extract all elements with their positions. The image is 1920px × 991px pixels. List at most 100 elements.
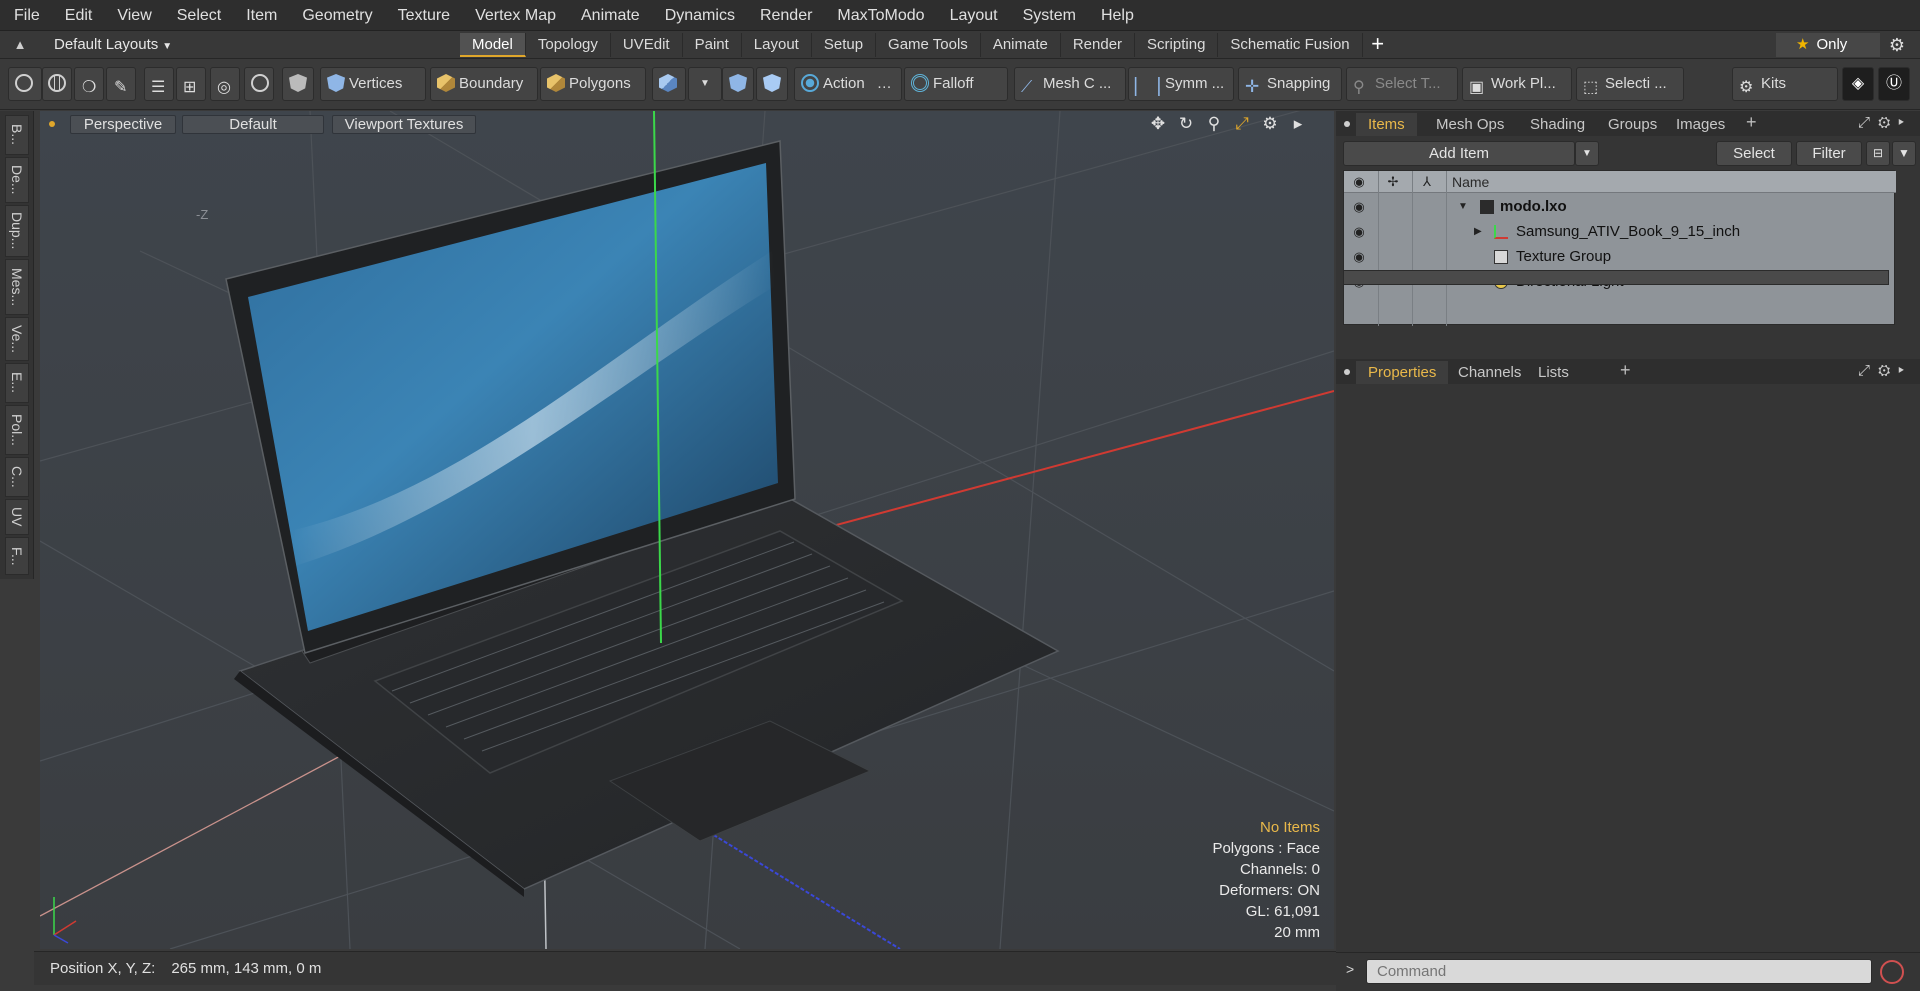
slash-button[interactable] (244, 67, 274, 101)
add-panel-tab-icon[interactable]: + (1746, 112, 1757, 133)
menu-vertex-map[interactable]: Vertex Map (461, 0, 567, 31)
left-tab-mesh-edit[interactable]: Mes... (5, 259, 29, 315)
lasso-button[interactable]: ❍ (74, 67, 104, 101)
panel-menu-dot-icon[interactable] (1344, 121, 1350, 127)
collapse-up-icon[interactable]: ▲ (12, 37, 28, 53)
select-globe-button[interactable] (42, 67, 72, 101)
add-item-button[interactable]: Add Item (1343, 141, 1575, 166)
pan-icon[interactable]: ✥ (1144, 114, 1172, 134)
left-tab-polygon[interactable]: Pol... (5, 405, 29, 455)
tab-images[interactable]: Images (1664, 113, 1737, 136)
menu-select[interactable]: Select (163, 0, 232, 31)
tab-shading[interactable]: Shading (1518, 113, 1597, 136)
tab-items[interactable]: Items (1356, 113, 1417, 136)
expand-triangle-icon[interactable]: ▼ (1458, 194, 1468, 219)
menu-texture[interactable]: Texture (384, 0, 461, 31)
visibility-eye-icon[interactable]: ◉ (1350, 194, 1368, 219)
command-input[interactable] (1366, 959, 1872, 984)
kits-button[interactable]: ⚙ Kits (1732, 67, 1838, 101)
pivot-button[interactable] (756, 67, 788, 101)
collapse-list-button[interactable]: ⊟ (1866, 141, 1890, 166)
selection-sets-button[interactable]: ⬚ Selecti ... (1576, 67, 1684, 101)
focus-button[interactable]: ◎ (210, 67, 240, 101)
tab-properties[interactable]: Properties (1356, 361, 1449, 384)
menu-geometry[interactable]: Geometry (288, 0, 383, 31)
left-tab-fusion[interactable]: F... (5, 537, 29, 575)
unreal-button[interactable]: Ⓤ (1878, 67, 1910, 101)
tab-groups[interactable]: Groups (1596, 113, 1669, 136)
falloff-button[interactable]: Falloff (904, 67, 1008, 101)
item-row-texture-group[interactable]: ◉ Texture Group (1344, 244, 1896, 269)
play-arrow-icon[interactable]: ▸ (1284, 114, 1312, 134)
symmetry-button[interactable]: ▏▕ Symm ... (1128, 67, 1234, 101)
tab-mesh-ops[interactable]: Mesh Ops (1424, 113, 1516, 136)
tab-channels[interactable]: Channels (1446, 361, 1533, 384)
tab-setup[interactable]: Setup (812, 33, 877, 57)
perspective-button[interactable]: Perspective (70, 115, 176, 134)
vertices-button[interactable]: Vertices (320, 67, 426, 101)
collapsed-triangle-icon[interactable]: ▶ (1474, 219, 1482, 244)
menu-animate[interactable]: Animate (567, 0, 651, 31)
menu-file[interactable]: File (0, 0, 51, 31)
panel-gear-icon[interactable]: ⚙ (1878, 362, 1898, 379)
panel-arrow-icon[interactable]: ▸ (1898, 114, 1912, 131)
visibility-eye-icon[interactable]: ◉ (1350, 244, 1368, 269)
menu-render[interactable]: Render (746, 0, 823, 31)
left-tab-edge[interactable]: E... (5, 363, 29, 403)
select-element-button[interactable] (8, 67, 42, 101)
name-column-header[interactable]: Name (1452, 171, 1489, 193)
work-plane-button[interactable]: ▣ Work Pl... (1462, 67, 1572, 101)
select-button[interactable]: Select (1716, 141, 1792, 166)
add-item-dropdown[interactable]: ▼ (1575, 141, 1599, 166)
panel-gear-icon[interactable]: ⚙ (1878, 114, 1898, 131)
add-tab-icon[interactable]: + (1363, 33, 1393, 57)
tab-uvedit[interactable]: UVEdit (611, 33, 683, 57)
rotate-icon[interactable]: ↻ (1172, 114, 1200, 134)
panel-menu-dot-icon[interactable] (1344, 369, 1350, 375)
tab-lists[interactable]: Lists (1526, 361, 1581, 384)
menu-dynamics[interactable]: Dynamics (651, 0, 746, 31)
pen-tool-button[interactable]: ✎ (106, 67, 136, 101)
menu-item[interactable]: Item (232, 0, 288, 31)
menu-layout[interactable]: Layout (936, 0, 1009, 31)
polygons-button[interactable]: Polygons (540, 67, 646, 101)
item-mode-button[interactable] (652, 67, 686, 101)
left-tab-basic[interactable]: B... (5, 115, 29, 155)
shading-style-button[interactable]: Default (182, 115, 324, 134)
left-tab-curve[interactable]: C... (5, 457, 29, 497)
snapping-button[interactable]: ✛ Snapping (1238, 67, 1342, 101)
mode-dropdown-button[interactable]: ▼ (688, 67, 722, 101)
solid-shield-button[interactable] (282, 67, 314, 101)
tab-scripting[interactable]: Scripting (1135, 33, 1219, 57)
viewport-textures-button[interactable]: Viewport Textures (332, 115, 476, 134)
mesh-constraints-button[interactable]: ⟋ Mesh C ... (1014, 67, 1126, 101)
menu-system[interactable]: System (1009, 0, 1087, 31)
3d-viewport[interactable]: Perspective Default Viewport Textures ✥ … (40, 111, 1334, 949)
filter-button[interactable]: Filter (1796, 141, 1862, 166)
tab-model[interactable]: Model (460, 33, 526, 57)
menu-edit[interactable]: Edit (51, 0, 104, 31)
grid-button[interactable]: ⊞ (176, 67, 206, 101)
gear-icon[interactable]: ⚙ (1886, 34, 1908, 56)
only-toggle[interactable]: ★ Only (1776, 33, 1880, 57)
tab-topology[interactable]: Topology (526, 33, 611, 57)
tab-animate[interactable]: Animate (981, 33, 1061, 57)
panel-arrow-icon[interactable]: ▸ (1898, 362, 1912, 379)
tab-paint[interactable]: Paint (683, 33, 742, 57)
layouts-dropdown[interactable]: Default Layouts ▼ (54, 31, 172, 59)
expand-icon[interactable]: ⤢ (1858, 114, 1878, 131)
left-tab-vertex[interactable]: Ve... (5, 317, 29, 361)
left-tab-duplicate[interactable]: Dup... (5, 205, 29, 257)
tab-schematic-fusion[interactable]: Schematic Fusion (1218, 33, 1363, 57)
menu-help[interactable]: Help (1087, 0, 1145, 31)
unity-button[interactable]: ◈ (1842, 67, 1874, 101)
filter-funnel-button[interactable]: ▼ (1892, 141, 1916, 166)
add-panel-tab-icon[interactable]: + (1620, 360, 1631, 381)
select-through-button[interactable]: ⚲ Select T... (1346, 67, 1458, 101)
viewport-gear-icon[interactable]: ⚙ (1256, 114, 1284, 134)
boundary-button[interactable]: Boundary (430, 67, 538, 101)
menu-maxtomodo[interactable]: MaxToModo (823, 0, 935, 31)
visibility-eye-icon[interactable]: ◉ (1350, 219, 1368, 244)
action-center-button[interactable]: Action… (794, 67, 902, 101)
left-tab-deform[interactable]: De... (5, 157, 29, 203)
